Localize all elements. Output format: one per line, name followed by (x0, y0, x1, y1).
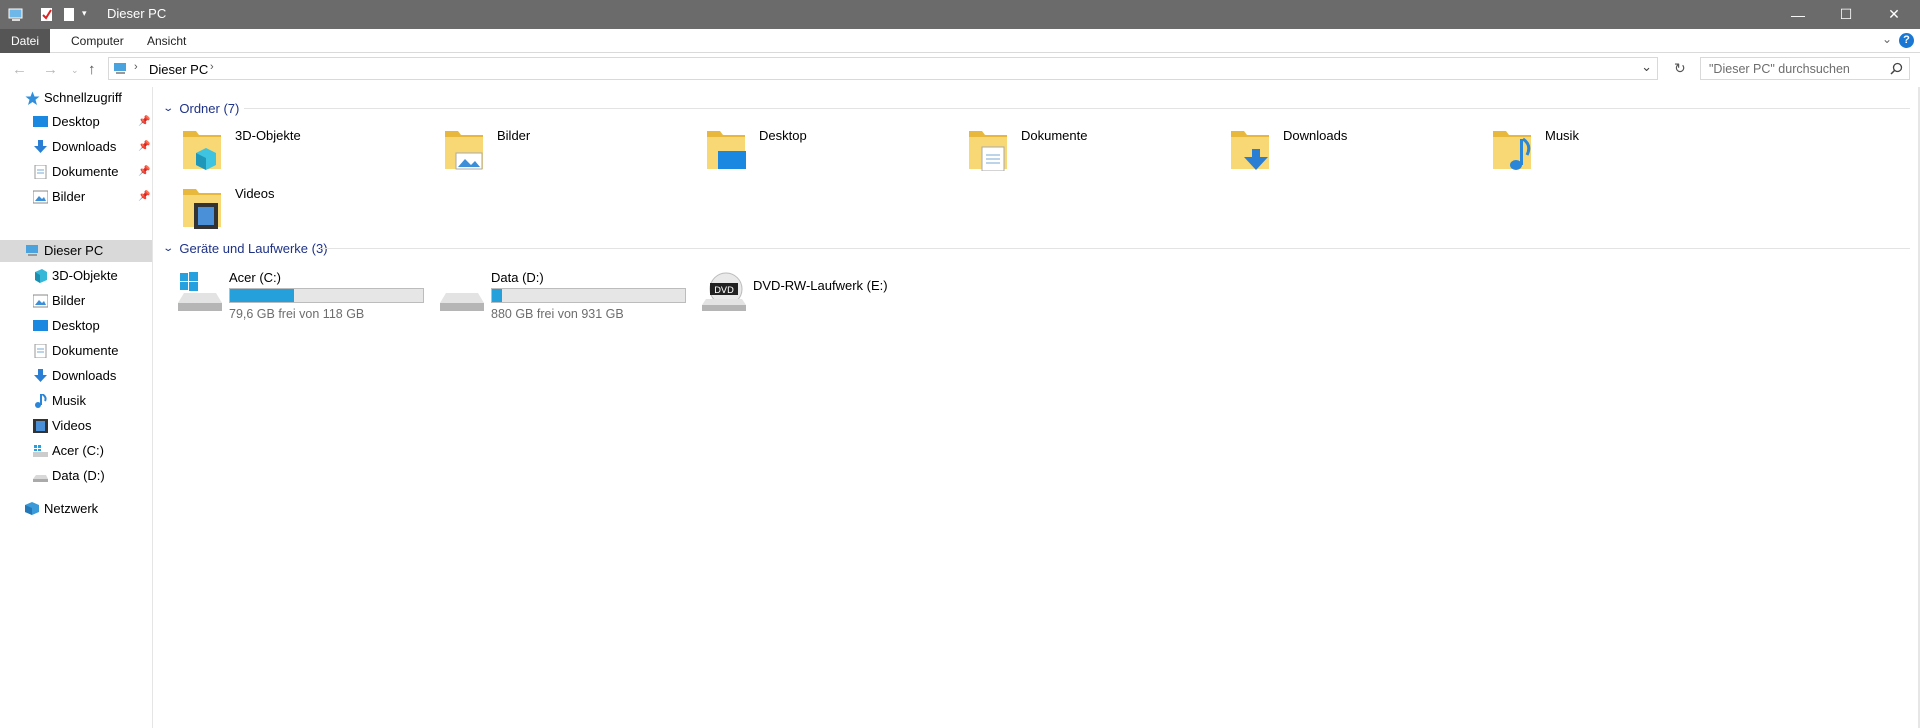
expand-ribbon-icon[interactable]: ⌄ (1882, 32, 1892, 46)
up-icon[interactable]: ↑ (88, 61, 96, 78)
forward-icon[interactable]: → (43, 61, 58, 78)
folder-bilder[interactable]: Bilder (444, 123, 694, 177)
folder-desktop[interactable]: Desktop (706, 123, 956, 177)
chevron-down-icon[interactable]: ⌄ (162, 243, 174, 254)
windows-drive-icon (178, 272, 222, 311)
folder-3d-objekte[interactable]: 3D-Objekte (182, 123, 432, 177)
group-header-geraete[interactable]: ⌄ Geräte und Laufwerke (3) (162, 238, 327, 258)
pictures-folder-icon (445, 131, 483, 170)
tab-datei[interactable]: Datei (0, 29, 51, 53)
drive-usage-bar (229, 288, 424, 303)
tab-ansicht[interactable]: Ansicht (136, 29, 197, 53)
search-input[interactable]: "Dieser PC" durchsuchen (1700, 57, 1910, 80)
desktop-icon (33, 320, 48, 331)
close-button[interactable]: ✕ (1870, 0, 1918, 29)
back-icon[interactable]: ← (12, 61, 27, 78)
drive-data-d[interactable]: Data (D:) 880 GB frei von 931 GB (438, 267, 688, 327)
address-bar[interactable]: › Dieser PC › ⌄ (108, 57, 1658, 80)
sidebar-item-downloads[interactable]: Downloads (0, 365, 152, 387)
document-icon (34, 165, 47, 179)
breadcrumb-separator-icon[interactable]: › (210, 61, 214, 73)
download-icon (34, 140, 47, 153)
sidebar-item-desktop[interactable]: Desktop (0, 315, 152, 337)
sidebar-item-desktop[interactable]: Desktop 📌 (0, 111, 152, 133)
drive-usage-fill (230, 289, 294, 302)
group-divider (244, 108, 1910, 109)
sidebar-item-bilder[interactable]: Bilder 📌 (0, 186, 152, 208)
windows-drive-icon (33, 445, 48, 457)
dvd-drive-icon: DVD (702, 272, 746, 311)
downloads-folder-icon (1231, 131, 1269, 170)
desktop-folder-icon (707, 131, 746, 169)
breadcrumb[interactable]: Dieser PC (149, 62, 208, 77)
navigation-bar: ← → ⌄ ↑ › Dieser PC › ⌄ ↻ "Dieser PC" du… (0, 54, 1920, 87)
sidebar-item-bilder[interactable]: Bilder (0, 290, 152, 312)
star-icon (25, 91, 40, 105)
3d-objects-folder-icon (183, 131, 221, 170)
sidebar-item-downloads[interactable]: Downloads 📌 (0, 136, 152, 158)
music-folder-icon (1493, 131, 1531, 170)
pin-icon[interactable]: 📌 (138, 186, 150, 208)
ribbon: Datei Computer Ansicht ⌄ ? (0, 29, 1920, 53)
sidebar-item-dokumente[interactable]: Dokumente (0, 340, 152, 362)
new-folder-icon[interactable] (63, 6, 75, 23)
network-icon (25, 502, 39, 515)
document-icon (34, 344, 47, 358)
download-icon (34, 369, 47, 382)
navigation-pane: Schnellzugriff Desktop 📌 Downloads 📌 Dok… (0, 87, 153, 728)
breadcrumb-separator-icon[interactable]: › (134, 61, 138, 73)
this-pc-icon (26, 245, 38, 256)
window-title: Dieser PC (107, 6, 167, 21)
folder-downloads[interactable]: Downloads (1230, 123, 1480, 177)
3d-objects-icon (35, 269, 47, 283)
pictures-icon (33, 294, 48, 308)
desktop-icon (33, 116, 48, 127)
pictures-icon (33, 190, 48, 204)
sidebar-item-videos[interactable]: Videos (0, 415, 152, 437)
customize-quick-access-icon[interactable]: ▾ (82, 8, 87, 25)
this-pc-icon (114, 63, 126, 74)
video-icon (33, 419, 48, 433)
content-area: ⌄ Ordner (7) 3D-Objekte Bilder Desktop D… (154, 87, 1920, 728)
title-bar: ▾ Dieser PC — ☐ ✕ (0, 0, 1920, 29)
documents-folder-icon (969, 131, 1007, 171)
maximize-button[interactable]: ☐ (1822, 0, 1870, 29)
drive-usage-bar (491, 288, 686, 303)
folder-musik[interactable]: Musik (1492, 123, 1742, 177)
drive-acer-c[interactable]: Acer (C:) 79,6 GB frei von 118 GB (176, 267, 426, 327)
sidebar-item-data-d[interactable]: Data (D:) (0, 465, 152, 487)
folder-dokumente[interactable]: Dokumente (968, 123, 1218, 177)
group-header-ordner[interactable]: ⌄ Ordner (7) (162, 98, 239, 118)
drive-icon (440, 293, 484, 311)
group-divider (320, 248, 1910, 249)
sidebar-item-musik[interactable]: Musik (0, 390, 152, 412)
this-pc-icon[interactable] (8, 6, 25, 23)
drive-usage-fill (492, 289, 502, 302)
search-icon[interactable] (1890, 62, 1903, 75)
videos-folder-icon (183, 189, 221, 229)
sidebar-item-schnellzugriff[interactable]: Schnellzugriff (0, 87, 152, 109)
recent-locations-icon[interactable]: ⌄ (71, 65, 79, 76)
help-icon[interactable]: ? (1899, 33, 1914, 48)
pin-icon[interactable]: 📌 (138, 161, 150, 183)
search-placeholder: "Dieser PC" durchsuchen (1709, 62, 1850, 76)
tab-computer[interactable]: Computer (60, 29, 135, 53)
music-icon (35, 394, 47, 408)
sidebar-item-acer-c[interactable]: Acer (C:) (0, 440, 152, 462)
pin-icon[interactable]: 📌 (138, 111, 150, 133)
sidebar-item-netzwerk[interactable]: Netzwerk (0, 498, 152, 520)
folder-videos[interactable]: Videos (182, 181, 432, 235)
properties-icon[interactable] (40, 6, 54, 23)
refresh-icon[interactable]: ↻ (1674, 60, 1686, 77)
minimize-button[interactable]: — (1774, 0, 1822, 29)
drive-dvd-e[interactable]: DVD DVD-RW-Laufwerk (E:) (700, 267, 950, 327)
sidebar-item-dokumente[interactable]: Dokumente 📌 (0, 161, 152, 183)
drive-icon (33, 475, 48, 482)
sidebar-item-dieser-pc[interactable]: Dieser PC (0, 240, 152, 262)
address-dropdown-icon[interactable]: ⌄ (1641, 59, 1652, 75)
sidebar-item-3d-objekte[interactable]: 3D-Objekte (0, 265, 152, 287)
pin-icon[interactable]: 📌 (138, 136, 150, 158)
svg-text:DVD: DVD (714, 286, 734, 296)
chevron-down-icon[interactable]: ⌄ (162, 103, 174, 114)
